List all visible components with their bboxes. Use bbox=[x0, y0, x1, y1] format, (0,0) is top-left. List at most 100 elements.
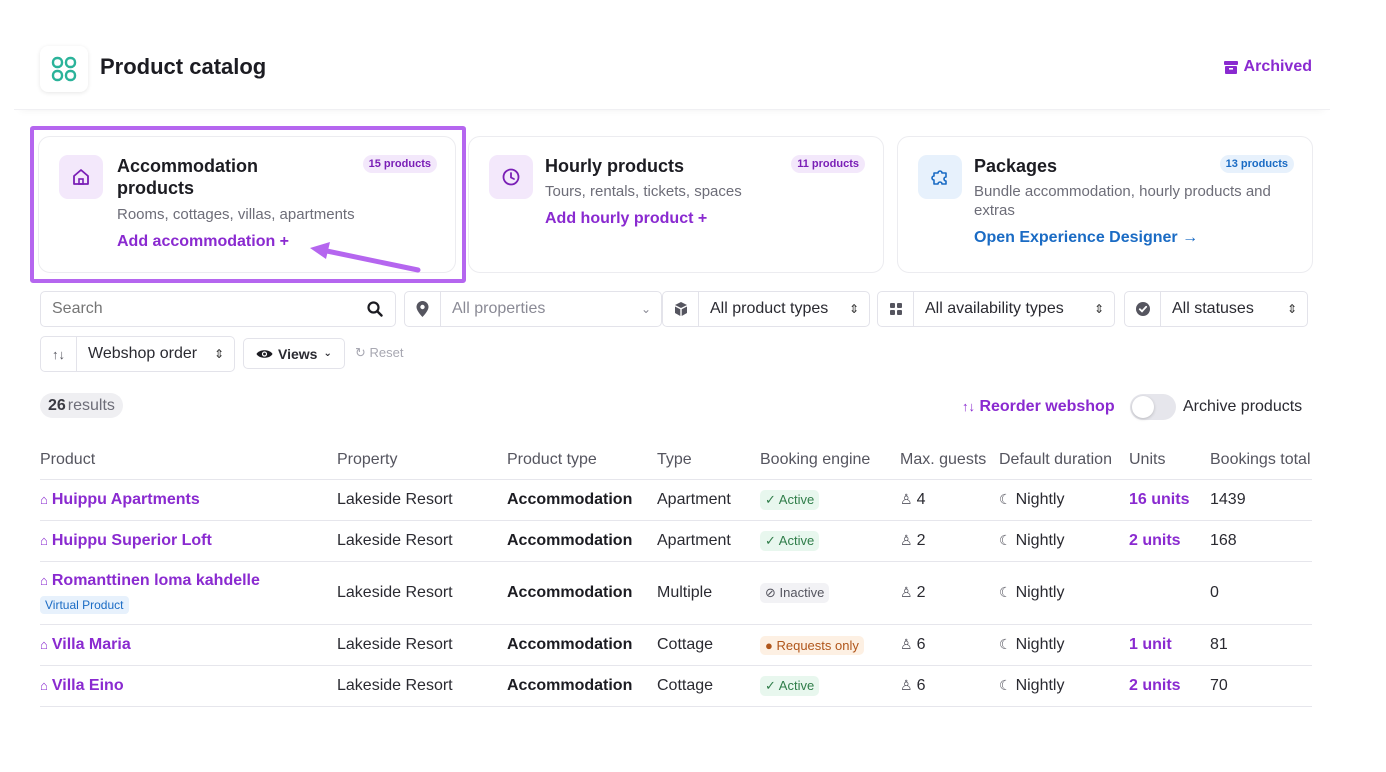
column-header-product-type[interactable]: Product type bbox=[507, 450, 657, 480]
product-link[interactable]: ⌂ Villa Maria bbox=[40, 636, 131, 653]
product-link[interactable]: ⌂ Romanttinen loma kahdelle bbox=[40, 572, 337, 590]
sort-caret-icon: ⇕ bbox=[848, 302, 859, 316]
units-link[interactable]: 2 units bbox=[1129, 677, 1181, 694]
card-title: Accommodation products bbox=[117, 156, 259, 198]
column-header-type[interactable]: Type bbox=[657, 450, 760, 480]
table-row[interactable]: ⌂ Villa Eino Lakeside Resort Accommodatio… bbox=[40, 665, 1312, 707]
type-cell: Cottage bbox=[657, 665, 760, 707]
home-icon: ⌂ bbox=[40, 492, 48, 507]
moon-icon: ☾ bbox=[999, 677, 1012, 693]
product-name: Huippu Apartments bbox=[51, 491, 200, 508]
packages-card: Packages 13 products Bundle accommodatio… bbox=[897, 136, 1313, 273]
search-field[interactable] bbox=[40, 291, 396, 327]
moon-icon: ☾ bbox=[999, 491, 1012, 507]
reorder-webshop-button[interactable]: ↑↓ Reorder webshop bbox=[962, 398, 1115, 416]
duration-cell: Nightly bbox=[1015, 491, 1065, 508]
table-row[interactable]: ⌂ Villa Maria Lakeside Resort Accommodati… bbox=[40, 624, 1312, 666]
archive-products-toggle[interactable] bbox=[1130, 394, 1176, 420]
puzzle-icon bbox=[918, 155, 962, 199]
property-filter-value: All properties bbox=[452, 300, 546, 317]
clock-icon bbox=[489, 155, 533, 199]
check-icon: ✓ bbox=[765, 678, 779, 693]
product-link[interactable]: ⌂ Villa Eino bbox=[40, 677, 124, 694]
column-header-max-guests[interactable]: Max. guests bbox=[900, 450, 999, 480]
reorder-arrows-icon: ↑↓ bbox=[962, 399, 975, 414]
units-link[interactable]: 1 unit bbox=[1129, 636, 1172, 653]
column-header-property[interactable]: Property bbox=[337, 450, 507, 480]
table-row[interactable]: ⌂ Romanttinen loma kahdelle Virtual Produ… bbox=[40, 561, 1312, 625]
card-title: Hourly products bbox=[545, 156, 685, 176]
property-cell: Lakeside Resort bbox=[337, 665, 507, 707]
check-icon: ✓ bbox=[765, 492, 779, 507]
moon-icon: ☾ bbox=[999, 584, 1012, 600]
hourly-products-card: Hourly products 11 products Tours, renta… bbox=[468, 136, 884, 273]
page-title: Product catalog bbox=[100, 54, 267, 79]
status-badge: ⊘ Inactive bbox=[760, 583, 830, 603]
chevron-down-icon: ⌄ bbox=[323, 348, 332, 359]
table-row[interactable]: ⌂ Huippu Superior Loft Lakeside Resort Ac… bbox=[40, 520, 1312, 562]
views-label: Views bbox=[278, 345, 318, 362]
column-header-default-duration[interactable]: Default duration bbox=[999, 450, 1129, 480]
clock-alert-icon: ● bbox=[765, 637, 777, 653]
column-header-bookings-total[interactable]: Bookings total bbox=[1210, 450, 1312, 480]
column-header-product[interactable]: Product bbox=[40, 450, 337, 480]
product-name: Villa Maria bbox=[51, 636, 131, 653]
property-filter[interactable]: All properties ⌄ bbox=[404, 291, 662, 327]
views-button[interactable]: Views ⌄ bbox=[243, 338, 345, 369]
sort-caret-icon: ⇕ bbox=[1093, 302, 1104, 316]
product-type-cell: Accommodation bbox=[507, 624, 657, 666]
reset-button[interactable]: ↻ Reset bbox=[355, 345, 404, 361]
sort-arrows-icon: ↑↓ bbox=[41, 337, 77, 371]
column-header-booking-engine[interactable]: Booking engine bbox=[760, 450, 900, 480]
archived-label: Archived bbox=[1243, 58, 1312, 75]
type-cell: Apartment bbox=[657, 479, 760, 521]
bookings-cell: 1439 bbox=[1210, 479, 1312, 521]
home-icon: ⌂ bbox=[40, 637, 48, 652]
guests-icon: ♙ bbox=[900, 636, 913, 652]
card-description: Rooms, cottages, villas, apartments bbox=[117, 206, 355, 223]
property-cell: Lakeside Resort bbox=[337, 479, 507, 521]
add-accommodation-link[interactable]: Add accommodation + bbox=[117, 233, 289, 251]
product-type-cell: Accommodation bbox=[507, 520, 657, 562]
sort-caret-icon: ⇕ bbox=[213, 347, 224, 361]
archive-products-label: Archive products bbox=[1183, 398, 1303, 415]
bookings-cell: 81 bbox=[1210, 624, 1312, 666]
open-experience-designer-link[interactable]: Open Experience Designer → bbox=[974, 229, 1198, 247]
check-icon: ✓ bbox=[765, 533, 779, 548]
status-label: Requests only bbox=[776, 637, 859, 653]
product-link[interactable]: ⌂ Huippu Superior Loft bbox=[40, 532, 212, 549]
check-circle-icon bbox=[1125, 292, 1161, 326]
cubes-icon bbox=[663, 292, 699, 326]
sort-order-select[interactable]: ↑↓ Webshop order ⇕ bbox=[40, 336, 235, 372]
property-cell: Lakeside Resort bbox=[337, 624, 507, 666]
product-count-badge: 15 products bbox=[362, 155, 437, 173]
duration-cell: Nightly bbox=[1015, 584, 1065, 601]
product-name: Villa Eino bbox=[51, 677, 124, 694]
property-cell: Lakeside Resort bbox=[337, 561, 507, 625]
status-label: Active bbox=[778, 678, 815, 693]
table-row[interactable]: ⌂ Huippu Apartments Lakeside Resort Accom… bbox=[40, 479, 1312, 521]
moon-icon: ☾ bbox=[999, 636, 1012, 652]
archived-link[interactable]: Archived bbox=[1223, 58, 1312, 76]
units-link[interactable]: 16 units bbox=[1129, 491, 1189, 508]
search-icon[interactable] bbox=[367, 301, 395, 317]
duration-cell: Nightly bbox=[1015, 532, 1065, 549]
grid-dots-icon bbox=[878, 292, 914, 326]
add-hourly-product-link[interactable]: Add hourly product + bbox=[545, 210, 707, 228]
units-link[interactable]: 2 units bbox=[1129, 532, 1181, 549]
guests-cell: 6 bbox=[916, 677, 926, 694]
status-label: Active bbox=[778, 492, 815, 507]
guests-cell: 2 bbox=[916, 584, 926, 601]
column-header-units[interactable]: Units bbox=[1129, 450, 1210, 480]
products-table: Product Property Product type Type Booki… bbox=[40, 450, 1312, 707]
availability-filter[interactable]: All availability types ⇕ bbox=[877, 291, 1115, 327]
product-link[interactable]: ⌂ Huippu Apartments bbox=[40, 491, 200, 508]
bookings-cell: 0 bbox=[1210, 561, 1312, 625]
reset-label: Reset bbox=[369, 345, 404, 360]
property-cell: Lakeside Resort bbox=[337, 520, 507, 562]
status-badge: ✓ Active bbox=[760, 531, 820, 551]
status-filter[interactable]: All statuses ⇕ bbox=[1124, 291, 1308, 327]
search-input[interactable] bbox=[41, 300, 367, 318]
product-type-filter[interactable]: All product types ⇕ bbox=[662, 291, 870, 327]
bookings-cell: 70 bbox=[1210, 665, 1312, 707]
